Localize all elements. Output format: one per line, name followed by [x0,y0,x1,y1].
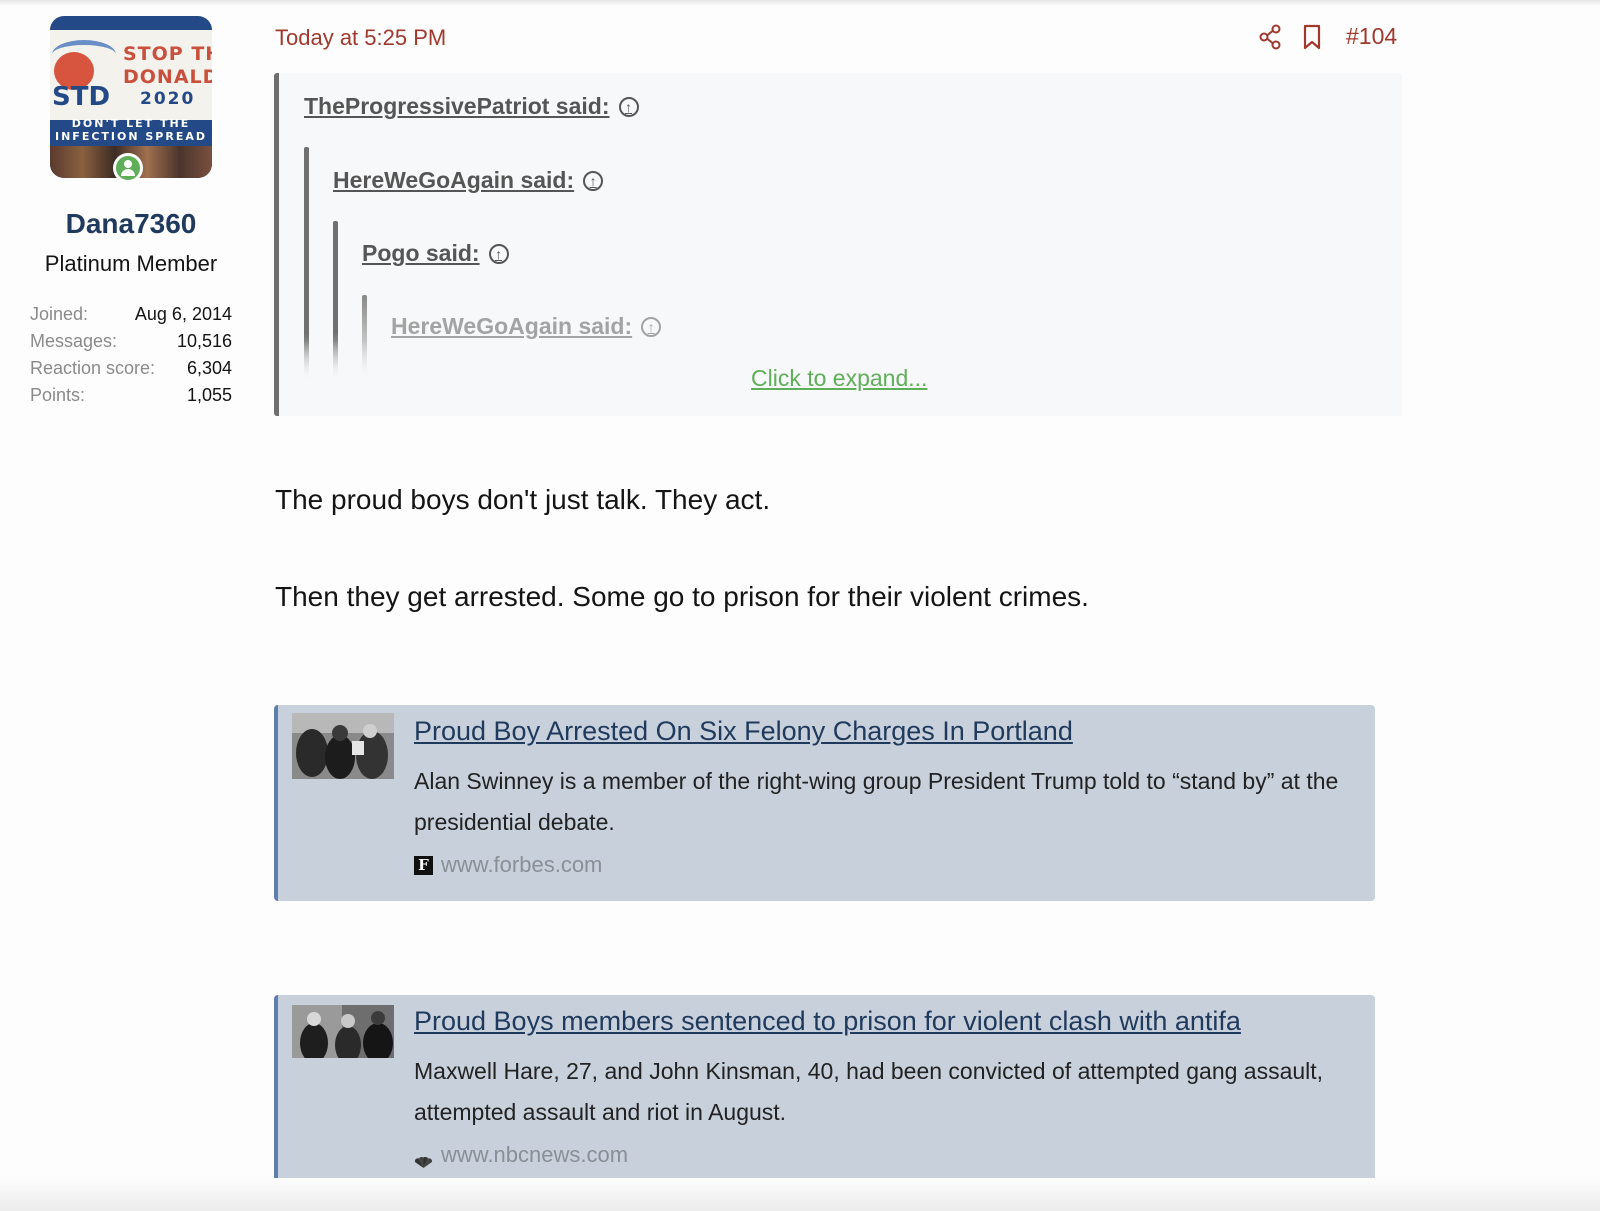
user-stats: Joined: Aug 6, 2014 Messages: 10,516 Rea… [30,303,232,411]
link-thumbnail[interactable] [292,713,394,779]
avatar-text-year: 2020 [140,89,196,109]
quote-author-link[interactable]: Pogo said: ↑ [362,240,509,267]
avatar-text-brand: STD [52,82,111,112]
link-title[interactable]: Proud Boys members sentenced to prison f… [414,1006,1241,1037]
top-shadow [0,0,1600,6]
share-icon[interactable] [1258,24,1282,55]
post-paragraph: Then they get arrested. Some go to priso… [275,581,1089,612]
stat-reaction-score: Reaction score: 6,304 [30,357,232,384]
avatar-text-line1: STOP THE [123,43,212,65]
quote-author-name[interactable]: Pogo said: [362,240,480,267]
stat-label: Points: [30,385,86,405]
username-link[interactable]: Dana7360 [20,208,242,240]
link-source[interactable]: F www.forbes.com [414,852,602,878]
quote-author-name[interactable]: HereWeGoAgain said: [391,313,632,340]
arrow-up-circle-icon[interactable]: ↑ [583,170,604,191]
post-timestamp[interactable]: Today at 5:25 PM [275,25,446,51]
online-status-icon [113,153,143,183]
bookmark-icon[interactable] [1302,24,1322,55]
avatar-tagline-2: INFECTION SPREAD [55,130,207,143]
quote-author-link[interactable]: HereWeGoAgain said: ↑ [391,313,662,340]
quote-author-link[interactable]: TheProgressivePatriot said: ↑ [304,93,639,120]
quote-author-name[interactable]: TheProgressivePatriot said: [304,93,610,120]
link-description: Maxwell Hare, 27, and John Kinsman, 40, … [414,1058,1324,1125]
stat-label: Joined: [30,304,89,324]
stat-joined: Joined: Aug 6, 2014 [30,303,232,330]
arrow-up-circle-icon[interactable]: ↑ [641,316,662,337]
stat-value[interactable]: 1,055 [187,384,232,411]
stat-label: Reaction score: [30,358,156,378]
forbes-favicon-icon: F [414,855,433,875]
avatar-tagline-1: DON'T LET THE [71,117,191,130]
link-thumbnail[interactable] [292,1005,394,1058]
nbc-peacock-icon [414,1149,433,1168]
link-source-domain[interactable]: www.nbcnews.com [441,1142,628,1168]
post-number-link[interactable]: #104 [1346,23,1397,50]
stat-value: Aug 6, 2014 [134,304,232,324]
link-source[interactable]: www.nbcnews.com [414,1142,628,1168]
quote-author-name[interactable]: HereWeGoAgain said: [333,167,574,194]
stat-value[interactable]: 10,516 [177,330,232,357]
stat-points: Points: 1,055 [30,384,232,411]
stat-label: Messages: [30,331,118,351]
bottom-shadow [0,1178,1600,1211]
avatar-text-line2: DONALD [123,66,212,88]
arrow-up-circle-icon[interactable]: ↑ [618,96,639,117]
user-title: Platinum Member [44,251,218,276]
click-to-expand-link[interactable]: Click to expand... [751,365,927,392]
link-preview-card[interactable]: Proud Boys members sentenced to prison f… [274,995,1375,1191]
quote-block: TheProgressivePatriot said: ↑ HereWeGoAg… [274,73,1402,416]
arrow-up-circle-icon[interactable]: ↑ [488,243,509,264]
stat-messages: Messages: 10,516 [30,330,232,357]
link-preview-card[interactable]: Proud Boy Arrested On Six Felony Charges… [274,705,1375,901]
link-source-domain[interactable]: www.forbes.com [441,852,602,878]
quote-author-link[interactable]: HereWeGoAgain said: ↑ [333,167,604,194]
post-paragraph: The proud boys don't just talk. They act… [275,484,771,515]
link-description: Alan Swinney is a member of the right-wi… [414,768,1339,835]
link-title[interactable]: Proud Boy Arrested On Six Felony Charges… [414,716,1073,747]
stat-value: 6,304 [186,358,232,378]
